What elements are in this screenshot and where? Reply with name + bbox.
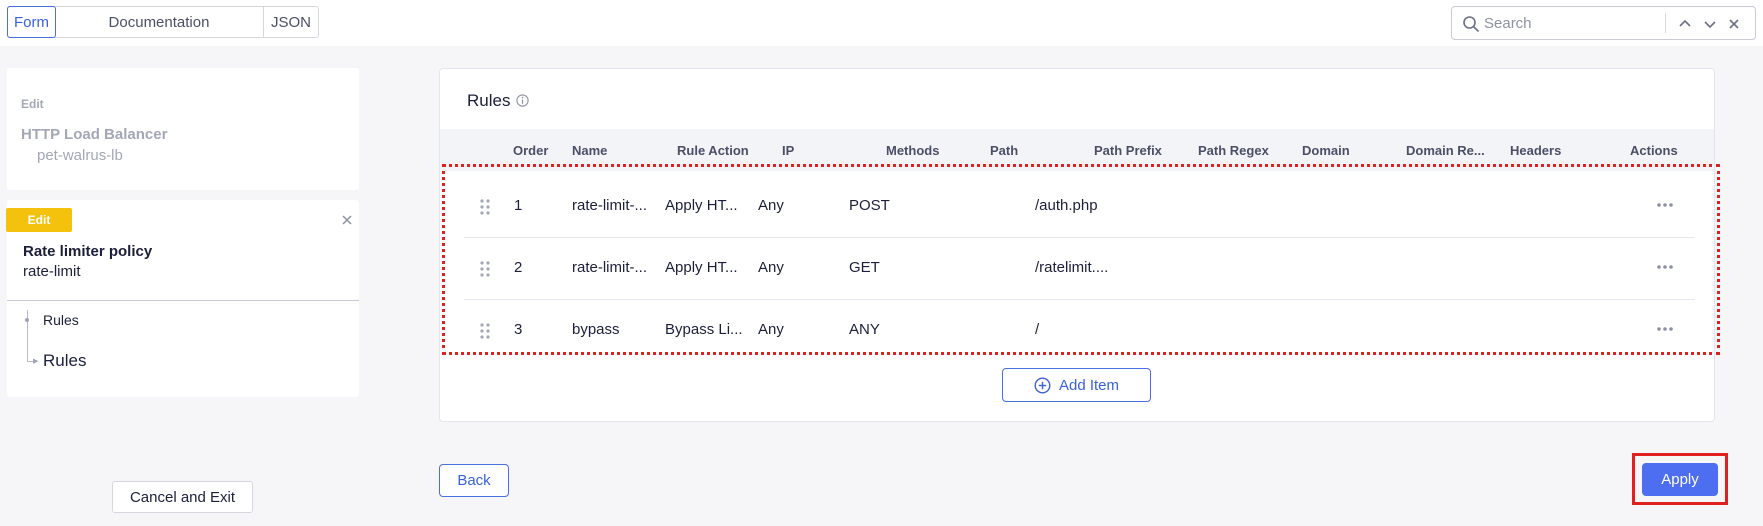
parent-title: HTTP Load Balancer xyxy=(21,126,168,143)
search-divider xyxy=(1665,13,1666,33)
parent-edit-label: Edit xyxy=(21,97,44,111)
cell-name: rate-limit-... xyxy=(572,197,647,214)
cell-name: bypass xyxy=(572,321,620,338)
tab-json[interactable]: JSON xyxy=(264,7,318,37)
tree-arrow-icon: ▶ xyxy=(33,358,39,365)
cell-name: rate-limit-... xyxy=(572,259,647,276)
search-icon xyxy=(1463,16,1479,32)
more-actions-icon[interactable] xyxy=(1656,322,1674,336)
column-header[interactable]: Path Prefix xyxy=(1094,143,1162,158)
chevron-up-icon xyxy=(1679,19,1691,27)
table-row[interactable]: 2 rate-limit-... Apply HT... Any GET /ra… xyxy=(464,238,1695,300)
tab-documentation[interactable]: Documentation xyxy=(55,7,264,37)
cancel-and-exit-button[interactable]: Cancel and Exit xyxy=(112,481,253,513)
column-header[interactable]: Methods xyxy=(886,143,939,158)
current-object-panel: Edit Rate limiter policy rate-limit ▶ Ru… xyxy=(6,200,359,397)
cell-rule-action: Apply HT... xyxy=(665,197,738,214)
view-tabs: Form Documentation JSON xyxy=(7,6,319,38)
column-header[interactable]: Domain Re... xyxy=(1406,143,1485,158)
tab-form[interactable]: Form xyxy=(7,6,56,38)
edit-badge: Edit xyxy=(6,208,72,232)
apply-button[interactable]: Apply xyxy=(1642,463,1718,496)
search-next-button[interactable] xyxy=(1699,13,1721,35)
search-prev-button[interactable] xyxy=(1674,13,1696,35)
back-button[interactable]: Back xyxy=(439,464,509,497)
cell-ip: Any xyxy=(758,197,784,214)
tree-item-rules[interactable]: Rules xyxy=(43,312,79,328)
divider xyxy=(7,300,359,301)
top-bar: Form Documentation JSON xyxy=(0,0,1763,46)
drag-handle-icon[interactable] xyxy=(480,199,490,215)
more-actions-icon[interactable] xyxy=(1656,198,1674,212)
tree-dot xyxy=(25,318,29,322)
cell-path-prefix: /ratelimit.... xyxy=(1035,259,1109,276)
policy-subtitle: rate-limit xyxy=(23,263,81,280)
search-input[interactable] xyxy=(1484,12,1654,34)
table-row[interactable]: 1 rate-limit-... Apply HT... Any POST /a… xyxy=(464,176,1695,238)
info-icon[interactable] xyxy=(516,94,529,107)
add-item-button[interactable]: Add Item xyxy=(1002,368,1151,402)
table-header: Order Name Rule Action IP Methods Path P… xyxy=(440,129,1714,171)
add-item-label: Add Item xyxy=(1058,376,1120,394)
close-icon[interactable] xyxy=(340,213,354,227)
section-title: Rules xyxy=(467,91,511,110)
search-box xyxy=(1451,6,1756,40)
cell-methods: GET xyxy=(849,259,880,276)
cell-ip: Any xyxy=(758,259,784,276)
column-header[interactable]: Path xyxy=(990,143,1018,158)
column-header[interactable]: IP xyxy=(782,143,794,158)
cell-methods: ANY xyxy=(849,321,880,338)
cell-methods: POST xyxy=(849,197,890,214)
drag-handle-icon[interactable] xyxy=(480,261,490,277)
column-header[interactable]: Order xyxy=(513,143,548,158)
cell-rule-action: Bypass Li... xyxy=(665,321,743,338)
column-header: Actions xyxy=(1630,143,1678,158)
cell-order: 3 xyxy=(514,321,523,338)
table-row[interactable]: 3 bypass Bypass Li... Any ANY / xyxy=(464,300,1695,362)
parent-object-panel: Edit HTTP Load Balancer pet-walrus-lb xyxy=(7,68,359,190)
policy-title: Rate limiter policy xyxy=(23,243,153,260)
drag-handle-icon[interactable] xyxy=(480,323,490,339)
parent-subtitle: pet-walrus-lb xyxy=(37,147,123,164)
column-header[interactable]: Domain xyxy=(1302,143,1350,158)
cell-path-prefix: /auth.php xyxy=(1035,197,1098,214)
cell-order: 2 xyxy=(514,259,523,276)
more-actions-icon[interactable] xyxy=(1656,260,1674,274)
search-clear-button[interactable] xyxy=(1723,13,1745,35)
cell-ip: Any xyxy=(758,321,784,338)
plus-circle-icon xyxy=(1034,376,1051,394)
column-header[interactable]: Headers xyxy=(1510,143,1561,158)
column-header[interactable]: Path Regex xyxy=(1198,143,1269,158)
column-header[interactable]: Name xyxy=(572,143,607,158)
close-icon xyxy=(1729,19,1739,29)
cell-order: 1 xyxy=(514,197,523,214)
cell-rule-action: Apply HT... xyxy=(665,259,738,276)
tree-item-rules-current[interactable]: Rules xyxy=(43,351,86,371)
column-header[interactable]: Rule Action xyxy=(677,143,749,158)
cell-path-prefix: / xyxy=(1035,321,1040,338)
chevron-down-icon xyxy=(1704,21,1716,29)
